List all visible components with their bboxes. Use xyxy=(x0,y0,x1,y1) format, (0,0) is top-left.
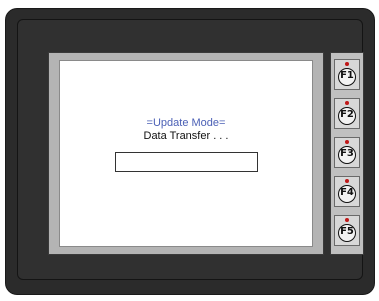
f5-button[interactable]: F5 xyxy=(334,215,360,246)
led-indicator-icon xyxy=(345,179,349,183)
f1-label: F1 xyxy=(340,70,354,81)
mode-title: =Update Mode= xyxy=(146,117,226,129)
f2-label: F2 xyxy=(340,109,354,120)
f4-button[interactable]: F4 xyxy=(334,176,360,207)
f2-button[interactable]: F2 xyxy=(334,98,360,129)
status-text: Data Transfer . . . xyxy=(143,130,229,142)
f4-label: F4 xyxy=(340,187,354,198)
function-key-panel: F1 F2 F3 F4 F5 xyxy=(330,52,364,255)
f3-label: F3 xyxy=(340,148,354,159)
display-screen: =Update Mode= Data Transfer . . . xyxy=(59,60,313,247)
led-indicator-icon xyxy=(345,140,349,144)
progress-bar xyxy=(115,152,258,172)
f5-label: F5 xyxy=(340,226,354,237)
f3-button[interactable]: F3 xyxy=(334,137,360,168)
led-indicator-icon xyxy=(345,101,349,105)
led-indicator-icon xyxy=(345,218,349,222)
led-indicator-icon xyxy=(345,62,349,66)
f1-button[interactable]: F1 xyxy=(334,59,360,90)
